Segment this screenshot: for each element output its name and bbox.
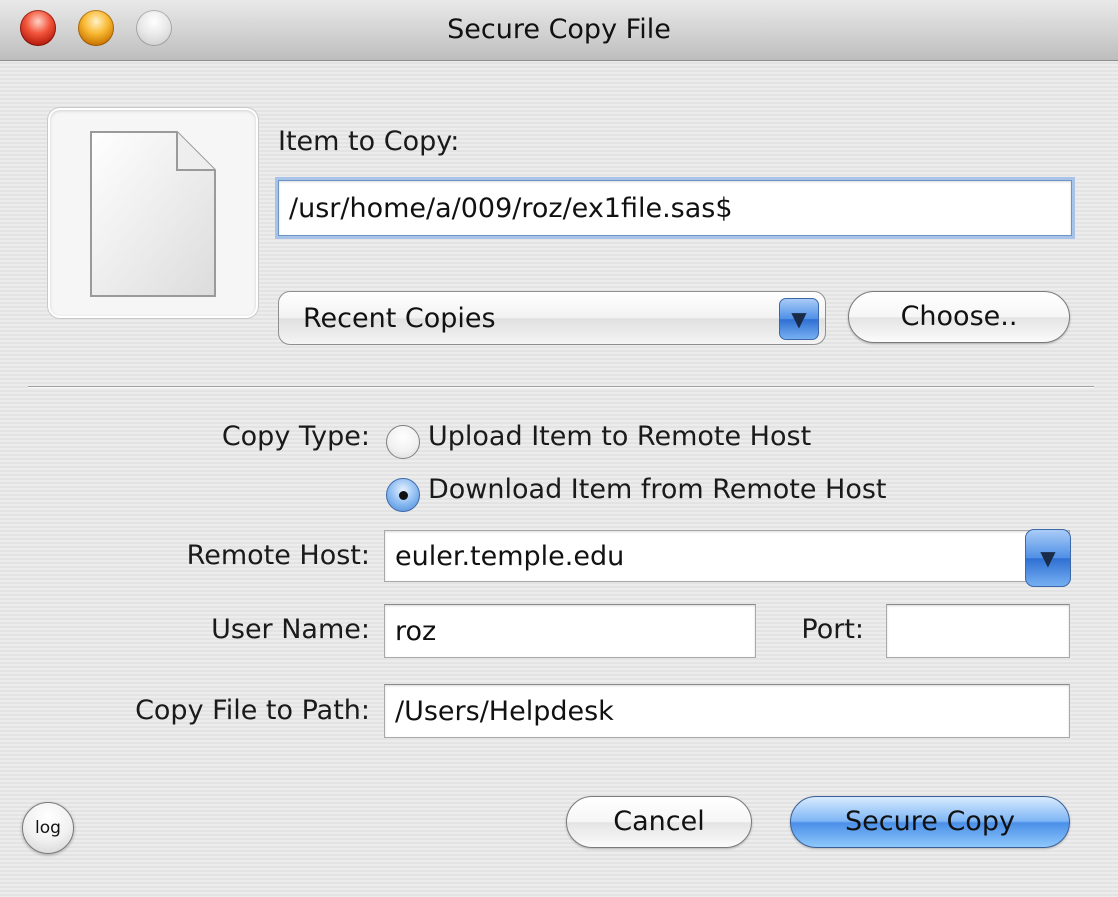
- port-label: Port:: [801, 614, 864, 645]
- cancel-button[interactable]: Cancel: [566, 796, 752, 848]
- log-button[interactable]: log: [22, 802, 74, 854]
- user-name-label: User Name:: [211, 614, 370, 645]
- recent-copies-label: Recent Copies: [303, 303, 496, 334]
- file-drop-well[interactable]: [50, 110, 256, 316]
- user-name-field[interactable]: [384, 604, 756, 658]
- document-icon: [90, 131, 216, 297]
- title-bar: Secure Copy File: [0, 0, 1118, 61]
- chevron-down-icon: ▼: [779, 298, 819, 340]
- recent-copies-popup[interactable]: Recent Copies ▼: [278, 291, 826, 345]
- radio-button-selected[interactable]: [386, 478, 420, 512]
- copy-type-label: Copy Type:: [221, 421, 370, 452]
- remote-host-label: Remote Host:: [186, 540, 370, 571]
- copy-path-field[interactable]: [384, 684, 1070, 738]
- secure-copy-window: Secure Copy File Item to Copy: Recent Co…: [0, 0, 1118, 897]
- separator: [28, 386, 1094, 388]
- item-to-copy-field[interactable]: [278, 180, 1072, 236]
- remote-host-value: euler.temple.edu: [395, 541, 625, 572]
- remote-host-combo[interactable]: euler.temple.edu ▼: [384, 529, 1071, 587]
- radio-button[interactable]: [386, 425, 420, 459]
- choose-button[interactable]: Choose..: [848, 291, 1070, 343]
- chevron-down-icon[interactable]: ▼: [1025, 529, 1071, 587]
- copy-path-label: Copy File to Path:: [135, 695, 370, 726]
- secure-copy-button[interactable]: Secure Copy: [790, 796, 1070, 848]
- port-field[interactable]: [886, 604, 1070, 658]
- item-to-copy-label: Item to Copy:: [278, 126, 460, 157]
- window-title: Secure Copy File: [447, 14, 671, 45]
- radio-upload-label: Upload Item to Remote Host: [428, 421, 812, 452]
- radio-download-label: Download Item from Remote Host: [428, 474, 887, 505]
